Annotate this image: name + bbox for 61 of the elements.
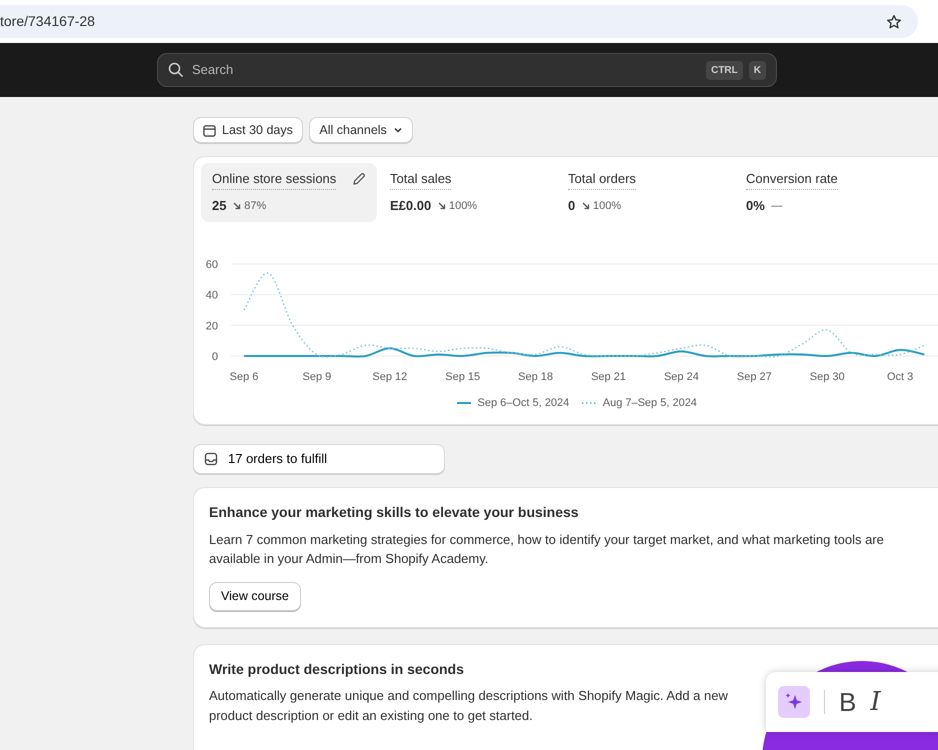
x-tick-label: Sep 6	[230, 370, 258, 382]
x-tick-label: Sep 15	[445, 370, 480, 382]
metric-value: 25	[212, 197, 226, 215]
search-icon	[168, 62, 184, 78]
down-arrow-icon	[438, 202, 446, 210]
metric-tab[interactable]: Total sales E£0.00 100%	[379, 163, 555, 222]
metric-change: 100%	[592, 198, 622, 214]
x-tick-label: Sep 9	[302, 370, 332, 382]
x-tick-label: Sep 30	[810, 370, 845, 382]
toolbar-divider	[824, 690, 825, 714]
magic-button[interactable]	[778, 686, 810, 718]
pencil-icon[interactable]	[352, 172, 366, 186]
filter-button[interactable]: Last 30 days	[193, 117, 303, 143]
card-title: Enhance your marketing skills to elevate your business	[209, 504, 580, 521]
x-tick-label: Sep 21	[591, 370, 626, 382]
x-tick-label: Oct 3	[886, 370, 914, 382]
metric-value: E£0.00	[390, 197, 432, 215]
legend-label: Sep 6–Oct 5, 2024	[478, 396, 570, 411]
metric-label: Total sales	[390, 169, 452, 190]
format-button[interactable]: B	[839, 688, 856, 715]
metric-tab[interactable]: Conversion rate 0% —	[735, 163, 911, 222]
orders-button[interactable]: 17 orders to fulfill	[193, 444, 445, 474]
x-tick-label: Sep 18	[518, 370, 554, 382]
down-arrow-icon	[582, 202, 590, 210]
card-text: Learn 7 common marketing strategies for commerce, how to identify your target market, and what marketing tools are available in your Admin—from Shopify Academy.	[209, 530, 885, 568]
metric-label: Conversion rate	[746, 169, 838, 190]
metric-tab[interactable]: Total orders 0 100%	[557, 163, 733, 222]
x-tick-label: Sep 27	[736, 370, 772, 382]
calendar-icon	[203, 124, 216, 136]
caret-icon	[392, 125, 403, 135]
inbox-icon	[204, 452, 218, 466]
y-tick-label: 20	[206, 320, 218, 332]
down-arrow-icon	[232, 202, 241, 210]
search-input[interactable]: Search	[190, 59, 700, 81]
format-button[interactable]: I	[870, 688, 881, 715]
y-tick-label: 0	[212, 350, 218, 362]
card-title: Write product descriptions in seconds	[209, 660, 465, 678]
metric-change: 87%	[244, 198, 266, 214]
metric-change: —	[771, 198, 782, 214]
shortcut-key: K	[748, 60, 766, 80]
metric-value: 0	[568, 197, 576, 215]
metric-change: 100%	[448, 198, 478, 214]
address-bar[interactable]: tore/734167-28	[0, 5, 918, 38]
metric-tab[interactable]: Online store sessions 25 87%	[201, 163, 377, 222]
legend-label: Aug 7–Sep 5, 2024	[602, 396, 697, 411]
metric-label: Total orders	[568, 169, 636, 190]
bookmark-star-icon[interactable]	[886, 14, 902, 30]
search-field[interactable]: Search CTRL K	[157, 53, 777, 87]
shortcut-key: CTRL	[706, 60, 743, 80]
url-text: tore/734167-28	[0, 12, 95, 31]
y-tick-label: 60	[206, 258, 218, 270]
filter-button[interactable]: All channels	[309, 117, 413, 143]
y-tick-label: 40	[206, 289, 218, 302]
x-tick-label: Sep 12	[372, 370, 408, 382]
metric-value: 0%	[746, 197, 765, 215]
legend-line-icon	[457, 401, 471, 406]
legend-line-icon	[582, 401, 596, 406]
view-course-button[interactable]: View course	[209, 582, 301, 611]
metric-label: Online store sessions	[212, 169, 336, 190]
x-tick-label: Sep 24	[664, 370, 699, 382]
card-text: Automatically generate unique and compelling descriptions with Shopify Magic. Add a new product description or edit an existing one to get started.	[209, 687, 729, 725]
